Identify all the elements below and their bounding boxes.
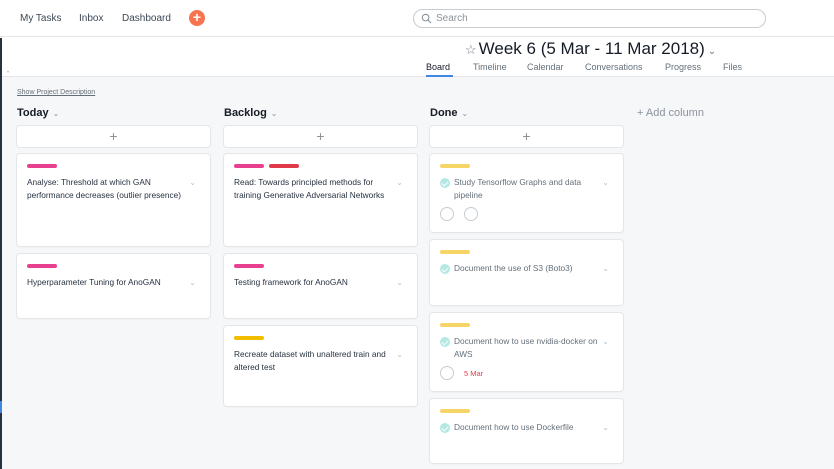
chevron-down-icon[interactable]: ⌄ xyxy=(53,109,60,118)
column-title-today[interactable]: Today ⌄ xyxy=(17,107,59,119)
nav-my-tasks[interactable]: My Tasks xyxy=(20,13,62,24)
tag-color xyxy=(234,164,264,168)
assignee-icon[interactable] xyxy=(440,207,454,221)
column-title-backlog[interactable]: Backlog ⌄ xyxy=(224,107,278,119)
completed-check-icon[interactable] xyxy=(440,423,450,433)
due-date-icon[interactable] xyxy=(464,207,478,221)
task-card[interactable]: Study Tensorflow Graphs and data pipelin… xyxy=(430,154,623,232)
tag-color xyxy=(27,164,57,168)
add-task-button[interactable]: + xyxy=(17,126,210,147)
add-task-button[interactable]: + xyxy=(430,126,623,147)
tag-color xyxy=(269,164,299,168)
tag-color xyxy=(234,264,264,268)
search-icon xyxy=(421,13,432,24)
chevron-down-icon[interactable]: ⌄ xyxy=(396,350,403,359)
window-edge-marker xyxy=(0,401,2,413)
chevron-down-icon[interactable]: ⌄ xyxy=(396,178,403,187)
assignee-icon[interactable] xyxy=(440,366,454,380)
tag-color xyxy=(440,409,470,413)
tab-timeline[interactable]: Timeline xyxy=(473,62,507,72)
task-name: Document the use of S3 (Boto3) xyxy=(454,263,573,273)
chevron-down-icon[interactable]: ⌄ xyxy=(271,109,278,118)
task-card[interactable]: Document how to use nvidia-docker on AWS… xyxy=(430,313,623,391)
tab-board[interactable]: Board xyxy=(426,62,450,72)
add-column-button[interactable]: + Add column xyxy=(637,107,704,119)
task-name: Document how to use Dockerfile xyxy=(454,422,574,432)
chevron-down-icon[interactable]: ⌄ xyxy=(602,178,609,187)
task-name: Testing framework for AnoGAN xyxy=(234,277,348,287)
chevron-down-icon[interactable]: ⌄ xyxy=(189,278,196,287)
task-name: Analyse: Threshold at which GAN performa… xyxy=(27,177,182,200)
completed-check-icon[interactable] xyxy=(440,178,450,188)
chevron-down-icon[interactable]: ⌄ xyxy=(602,423,609,432)
tag-color xyxy=(440,164,470,168)
top-nav: My Tasks Inbox Dashboard + Search xyxy=(0,0,834,37)
plus-icon: + xyxy=(316,128,325,144)
completed-check-icon[interactable] xyxy=(440,264,450,274)
task-name: Hyperparameter Tuning for AnoGAN xyxy=(27,277,161,287)
header-dot: • xyxy=(7,70,10,76)
completed-check-icon[interactable] xyxy=(440,337,450,347)
chevron-down-icon[interactable]: ⌄ xyxy=(189,178,196,187)
task-card[interactable]: Recreate dataset with unaltered train an… xyxy=(224,326,417,406)
tab-progress[interactable]: Progress xyxy=(665,62,701,72)
tag-color xyxy=(440,323,470,327)
chevron-down-icon[interactable]: ⌄ xyxy=(462,109,469,118)
show-project-description-link[interactable]: Show Project Description xyxy=(17,89,95,96)
task-card[interactable]: Document the use of S3 (Boto3) ⌄ xyxy=(430,240,623,305)
tag-color xyxy=(234,336,264,340)
search-placeholder: Search xyxy=(436,13,468,24)
quick-add-button[interactable]: + xyxy=(189,10,205,26)
search-input[interactable]: Search xyxy=(413,9,766,28)
task-name: Read: Towards principled methods for tra… xyxy=(234,177,385,200)
star-icon[interactable]: ☆ xyxy=(465,42,477,57)
tab-files[interactable]: Files xyxy=(723,62,742,72)
chevron-down-icon[interactable]: ⌄ xyxy=(708,46,716,57)
due-date[interactable]: 5 Mar xyxy=(464,369,483,378)
task-card[interactable]: Testing framework for AnoGAN ⌄ xyxy=(224,254,417,318)
task-card[interactable]: Read: Towards principled methods for tra… xyxy=(224,154,417,246)
nav-inbox[interactable]: Inbox xyxy=(79,13,103,24)
task-card[interactable]: Document how to use Dockerfile ⌄ xyxy=(430,399,623,463)
project-header: • ☆ Week 6 (5 Mar - 11 Mar 2018) ⌄ Board T… xyxy=(0,37,834,77)
task-name: Document how to use nvidia-docker on AWS xyxy=(454,336,598,359)
nav-dashboard[interactable]: Dashboard xyxy=(122,13,171,24)
tag-color xyxy=(440,250,470,254)
project-title-row: ☆ Week 6 (5 Mar - 11 Mar 2018) ⌄ xyxy=(465,39,716,59)
add-task-button[interactable]: + xyxy=(224,126,417,147)
chevron-down-icon[interactable]: ⌄ xyxy=(602,264,609,273)
tag-color xyxy=(27,264,57,268)
plus-icon: + xyxy=(192,9,202,25)
task-name: Recreate dataset with unaltered train an… xyxy=(234,349,386,372)
task-name: Study Tensorflow Graphs and data pipelin… xyxy=(454,177,582,200)
chevron-down-icon[interactable]: ⌄ xyxy=(396,278,403,287)
plus-icon: + xyxy=(109,128,118,144)
tab-calendar[interactable]: Calendar xyxy=(527,62,564,72)
plus-icon: + xyxy=(522,128,531,144)
task-card[interactable]: Hyperparameter Tuning for AnoGAN ⌄ xyxy=(17,254,210,318)
column-title-done[interactable]: Done ⌄ xyxy=(430,107,468,119)
task-card[interactable]: Analyse: Threshold at which GAN performa… xyxy=(17,154,210,246)
chevron-down-icon[interactable]: ⌄ xyxy=(602,337,609,346)
tab-conversations[interactable]: Conversations xyxy=(585,62,643,72)
active-tab-indicator xyxy=(426,75,453,77)
project-title[interactable]: Week 6 (5 Mar - 11 Mar 2018) xyxy=(479,39,705,58)
